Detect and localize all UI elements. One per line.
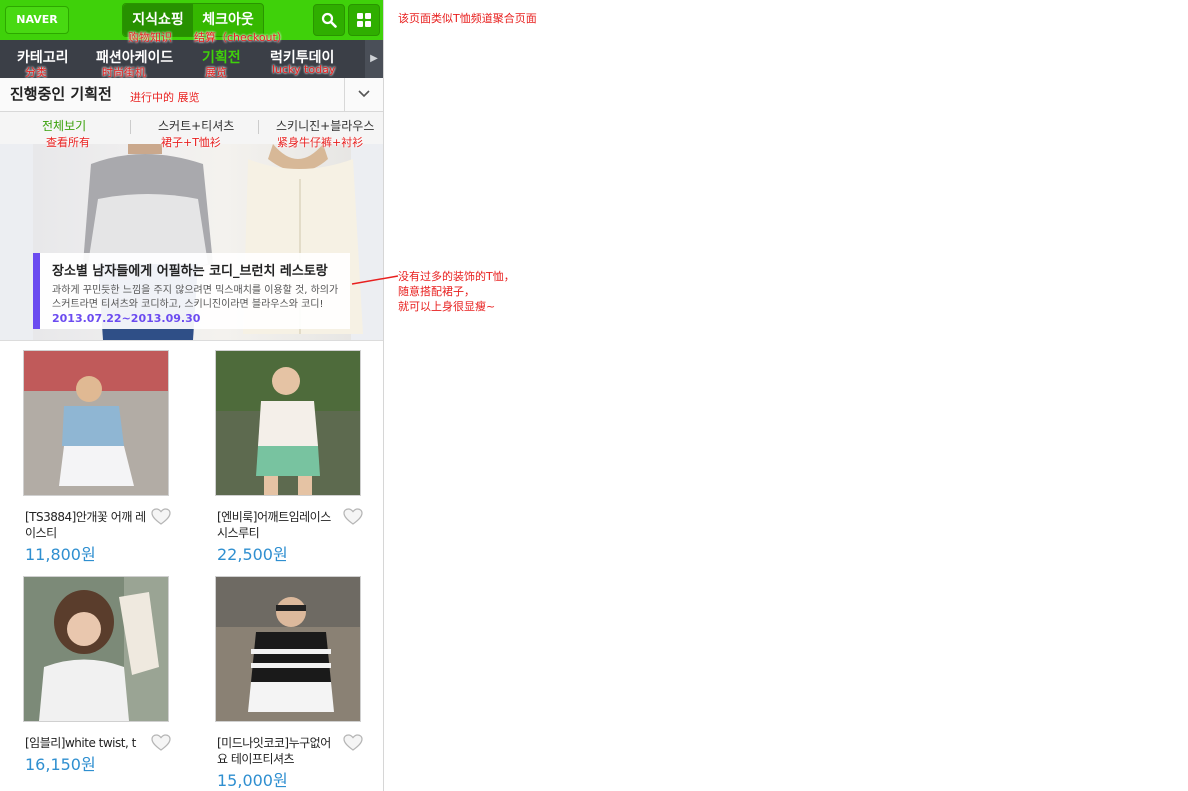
product-price: 15,000원: [217, 771, 288, 790]
chevron-down-icon: [358, 90, 370, 98]
annotation-shopping-knowledge: 购物知识: [128, 31, 172, 44]
search-icon: [321, 12, 337, 28]
banner-text-card: 장소별 남자들에게 어필하는 코디_브런치 레스토랑 과하게 꾸민듯한 느낌을 …: [33, 253, 350, 329]
product-price: 22,500원: [217, 545, 288, 564]
product-photo: [216, 351, 360, 495]
menu-grid-button[interactable]: [348, 4, 380, 36]
filter-divider: [258, 120, 259, 134]
product-card[interactable]: [임블리]white twist, t 16,150원: [23, 576, 173, 786]
heart-icon[interactable]: [343, 734, 363, 752]
annotation-pointer-line: [351, 275, 399, 285]
heart-icon[interactable]: [151, 734, 171, 752]
banner-date: 2013.07.22~2013.09.30: [52, 312, 201, 325]
product-image[interactable]: [23, 576, 169, 722]
product-card[interactable]: [TS3884]안개꽃 어깨 레이스티 11,800원: [23, 350, 173, 565]
annotation-skinny-blouse: 紧身牛仔裤+衬衫: [277, 136, 364, 149]
annotation-skirt-tshirt: 裙子+T恤衫: [161, 136, 221, 149]
annotation-category: 分类: [25, 66, 47, 79]
annotation-lucky-today: lucky today: [272, 63, 336, 76]
product-photo: [24, 577, 168, 721]
banner-title: 장소별 남자들에게 어필하는 코디_브런치 레스토랑: [52, 264, 328, 279]
annotation-banner-note-line3: 就可以上身很显瘦~: [398, 300, 496, 313]
banner-description-line2: 스커트라면 티셔츠와 코디하고, 스키니진이라면 블라우스와 코디!: [52, 299, 324, 310]
annotation-fashion-arcade: 时尚街机: [102, 66, 146, 79]
naver-logo[interactable]: NAVER: [5, 6, 69, 34]
filter-divider: [130, 120, 131, 134]
product-card[interactable]: [미드나잇코코]누구없어요 테이프티셔츠 15,000원: [215, 576, 365, 790]
product-image[interactable]: [215, 576, 361, 722]
product-image[interactable]: [215, 350, 361, 496]
annotation-banner-note-line1: 没有过多的装饰的T恤，: [398, 270, 515, 283]
annotation-banner-note-line2: 随意搭配裙子，: [398, 285, 475, 298]
banner-description-line1: 과하게 꾸민듯한 느낌을 주지 않으려면 믹스매치를 이용할 것, 하의가: [52, 285, 339, 296]
section-title: 진행중인 기획전: [10, 85, 112, 103]
product-name[interactable]: [TS3884]안개꽃 어깨 레이스티: [25, 509, 147, 541]
mobile-page: NAVER 지식쇼핑 체크아웃 카테고리 패션아케이드 기획전 럭키투데이 ▶: [0, 0, 384, 791]
nav-scroll-right-icon[interactable]: ▶: [365, 40, 383, 78]
product-name[interactable]: [엔비룩]어깨트임레이스 시스루티: [217, 509, 339, 541]
product-price: 11,800원: [25, 545, 96, 564]
product-image[interactable]: [23, 350, 169, 496]
exhibition-banner[interactable]: 장소별 남자들에게 어필하는 코디_브런치 레스토랑 과하게 꾸민듯한 느낌을 …: [0, 144, 383, 341]
heart-icon[interactable]: [343, 508, 363, 526]
annotation-page-note: 该页面类似T恤频道聚合页面: [398, 12, 537, 25]
product-photo: [24, 351, 168, 495]
annotation-ongoing-exhibition: 进行中的 展览: [130, 91, 200, 104]
product-price: 16,150원: [25, 755, 96, 774]
product-card[interactable]: [엔비룩]어깨트임레이스 시스루티 22,500원: [215, 350, 365, 565]
annotation-checkout: 结算（checkout）: [194, 31, 288, 44]
top-bar: NAVER 지식쇼핑 체크아웃: [0, 0, 383, 40]
heart-icon[interactable]: [151, 508, 171, 526]
product-name[interactable]: [미드나잇코코]누구없어요 테이프티셔츠: [217, 735, 339, 767]
section-dropdown-button[interactable]: [344, 78, 383, 111]
annotation-exhibition: 展览: [205, 66, 227, 79]
annotation-view-all: 查看所有: [46, 136, 90, 149]
search-button[interactable]: [313, 4, 345, 36]
product-name[interactable]: [임블리]white twist, t: [25, 735, 147, 751]
product-photo: [216, 577, 360, 721]
grid-icon: [357, 13, 371, 27]
